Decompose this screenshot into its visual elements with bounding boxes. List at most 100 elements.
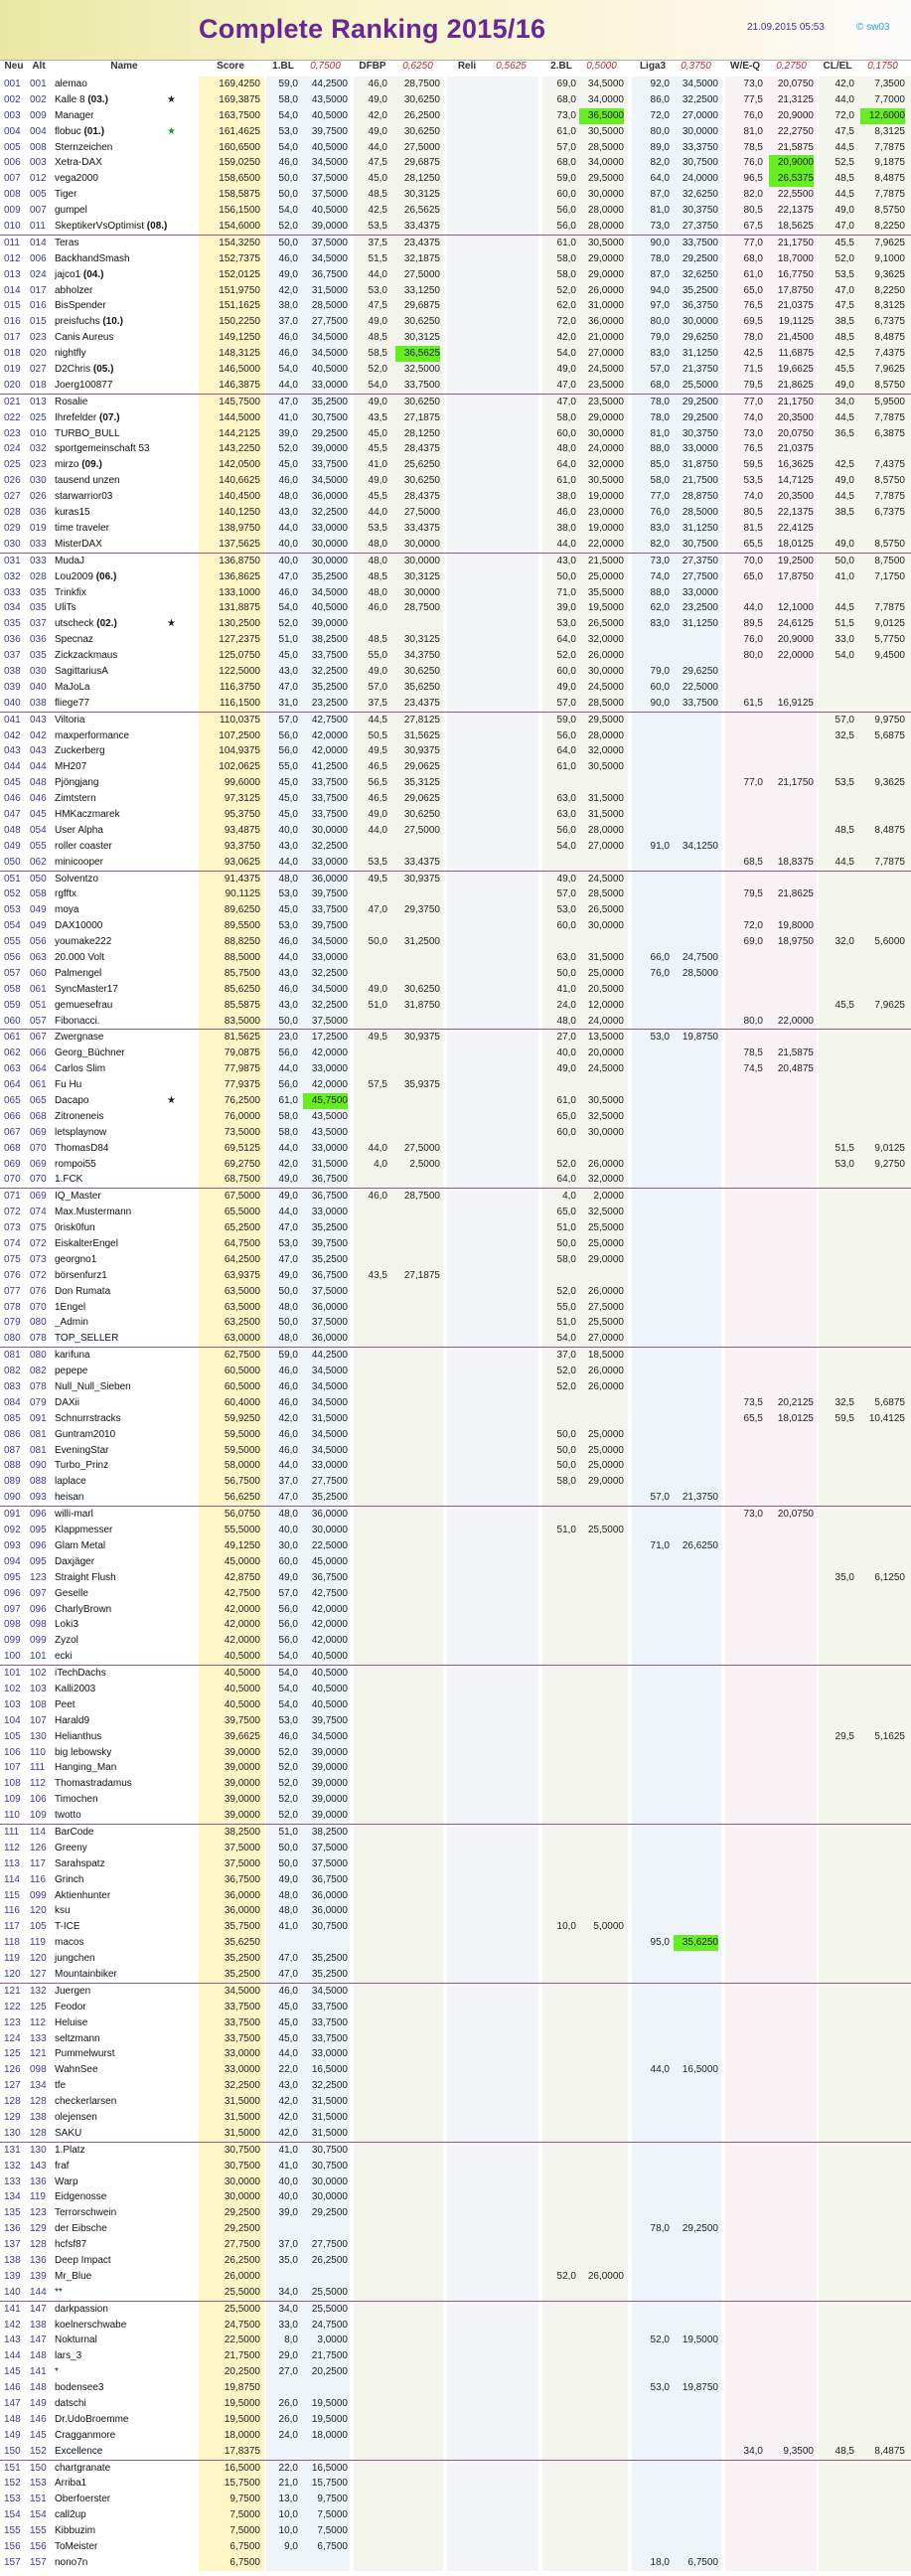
column-band [447,2253,538,2269]
cell-cls [860,1490,905,1506]
cell-b1: 60,0 [268,1554,298,1570]
cell-wes: 18,0125 [769,1411,814,1427]
cell-b2: 40,0 [548,1046,576,1061]
cell-b1s: 33,7500 [303,648,348,664]
rank-new: 039 [4,680,26,696]
cell-df: 53,5 [360,219,387,235]
rank-new: 081 [4,1348,26,1364]
cell-wes [769,2143,814,2159]
table-row: 157 157 nono7n 6,7500 18,0 6,7500 [0,2554,911,2571]
cell-df [360,2110,387,2126]
col-2bl: 2.BL [546,61,576,77]
cell-b2s: 12,0000 [579,998,624,1014]
cell-b1s: 23,2500 [303,696,348,712]
column-band [447,886,538,903]
col-reli-weight: 0,5625 [489,61,533,77]
cell-b1s [303,2555,348,2571]
cell-cls [860,1967,905,1983]
cell-we [731,1284,763,1300]
cell-b2 [548,1507,576,1523]
cell-cls [860,1300,905,1316]
cell-cl [823,1760,854,1776]
cell-we [731,2237,763,2253]
cell-wes: 22,2750 [769,124,814,140]
cell-we: 79,5 [731,378,763,394]
rank-old: 138 [30,2318,52,2334]
cell-b1: 46,0 [268,1984,298,2000]
cell-dfs: 28,1250 [395,426,440,442]
cell-b1s: 30,0000 [303,537,348,553]
cell-cl [823,1776,854,1792]
cell-dfs [395,918,440,934]
player-name: fliege77 [55,696,194,712]
table-row: 112 126 Greeny 37,5000 50,0 37,5000 [0,1840,911,1856]
cell-wes [769,1633,814,1649]
cell-we [731,2523,763,2539]
cell-b2s [579,2476,624,2492]
cell-b2 [548,2062,576,2078]
cell-b2s [579,2461,624,2477]
table-row: 055 056 youmake222 88,8250 46,0 34,5000 50,0 31… [0,934,911,950]
rank-old: 096 [30,1602,52,1618]
cell-we [731,2189,763,2205]
cell-cl [823,2253,854,2269]
cell-cls: 7,7875 [860,140,905,156]
table-row: 120 127 Mountainbiker 35,2500 47,0 35,2500 [0,1966,911,1983]
cell-l3s [674,1856,718,1872]
cell-b2s: 29,5000 [579,171,624,187]
rank-new: 152 [4,2476,26,2492]
player-name: 1.Platz [55,2143,194,2159]
cell-b2: 27,0 [548,1030,576,1046]
cell-b1: 43,0 [268,998,298,1014]
total-score: 59,5000 [199,1443,260,1459]
cell-b2 [548,934,576,950]
cell-l3s: 34,1250 [674,839,718,855]
rank-old: 001 [30,77,52,92]
cell-b2: 50,0 [548,1427,576,1443]
rank-new: 144 [4,2348,26,2364]
cell-cl [823,1474,854,1490]
player-name: EiskalterEngel [55,1236,194,1252]
cell-dfs [395,2000,440,2015]
cell-cl [823,886,854,902]
rank-new: 134 [4,2189,26,2205]
table-row: 123 112 Heluise 33,7500 45,0 33,7500 [0,2014,911,2031]
cell-dfs: 30,3125 [395,187,440,203]
cell-l3s: 27,3750 [674,219,718,235]
cell-b1: 48,0 [268,1903,298,1919]
cell-b2: 60,0 [548,664,576,680]
cell-we: 68,0 [731,251,763,267]
cell-l3 [638,1570,670,1586]
column-band [447,107,538,124]
player-name: börsenfurz1 [55,1268,194,1284]
total-score: 116,3750 [199,680,260,696]
cell-b2: 52,0 [548,283,576,299]
table-row: 108 112 Thomastradamus 39,0000 52,0 39,0000 [0,1776,911,1793]
cell-we [731,1666,763,1682]
rank-old: 013 [30,395,52,410]
cell-b1: 56,0 [268,1077,298,1093]
cell-b2s [579,1411,624,1427]
cell-l3s [674,998,718,1014]
cell-b1s: 20,2500 [303,2364,348,2380]
cell-b2s: 30,5000 [579,236,624,251]
rank-old: 005 [30,187,52,203]
cell-cl [823,1872,854,1888]
cell-b2s [579,1935,624,1951]
cell-cls: 8,7500 [860,554,905,569]
cell-df: 48,0 [360,585,387,601]
rank-old: 136 [30,2253,52,2269]
total-score: 73,5000 [199,1125,260,1141]
cell-cl [823,1205,854,1220]
column-band [447,584,538,601]
cell-b2: 44,0 [548,537,576,553]
cell-b2 [548,2396,576,2412]
total-score: 110,0375 [199,713,260,728]
rank-new: 027 [4,489,26,505]
cell-b1: 53,0 [268,1713,298,1729]
table-row: 054 049 DAX10000 89,5500 53,0 39,7500 60,0 30,0… [0,918,911,935]
cell-l3: 72,0 [638,108,670,124]
cell-wes: 22,0000 [769,648,814,664]
cell-b2s [579,1825,624,1841]
cell-b1: 46,0 [268,1379,298,1395]
